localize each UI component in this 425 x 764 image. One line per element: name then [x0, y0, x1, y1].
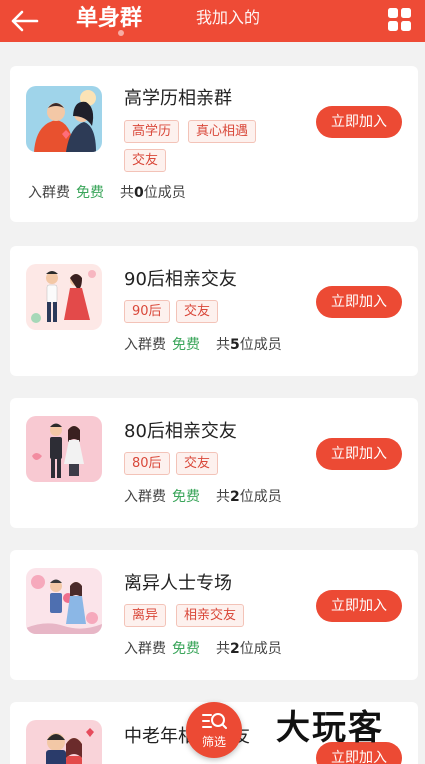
join-button[interactable]: 立即加入: [316, 106, 402, 138]
fee-value: 免费: [76, 185, 104, 201]
group-card[interactable]: 高学历相亲群 高学历 真心相遇 交友 入群费 免费 共0位成员 立即加入: [10, 66, 418, 222]
filter-button[interactable]: 筛选: [186, 702, 242, 758]
group-tag: 交友: [124, 149, 167, 172]
group-avatar: [26, 416, 102, 482]
count-suffix: 位成员: [239, 337, 282, 353]
group-info: 入群费 免费 共2位成员: [124, 487, 282, 507]
group-info: 入群费 免费 共2位成员: [124, 639, 282, 659]
count-prefix: 共: [216, 337, 230, 353]
count-prefix: 共: [216, 641, 230, 657]
group-tag: 相亲交友: [176, 604, 245, 627]
group-avatar: [26, 86, 102, 152]
fee-label: 入群费: [28, 185, 70, 201]
group-name: 90后相亲交友: [124, 269, 237, 290]
tab-joined[interactable]: 我加入的: [196, 4, 260, 32]
group-card[interactable]: 离异人士专场 离异 相亲交友 入群费 免费 共2位成员 立即加入: [10, 550, 418, 680]
group-card[interactable]: 90后相亲交友 90后 交友 入群费 免费 共5位成员 立即加入: [10, 246, 418, 376]
group-name: 80后相亲交友: [124, 421, 237, 442]
arrow-left-icon[interactable]: [8, 4, 42, 38]
fee-label: 入群费: [124, 489, 166, 505]
group-name: 离异人士专场: [124, 573, 232, 594]
join-button[interactable]: 立即加入: [316, 590, 402, 622]
page-title: 单身群: [76, 6, 143, 31]
join-button[interactable]: 立即加入: [316, 438, 402, 470]
group-info: 入群费 免费 共5位成员: [124, 335, 282, 355]
group-tag: 交友: [176, 452, 219, 475]
fee-value: 免费: [172, 489, 200, 505]
group-tag: 90后: [124, 300, 170, 323]
group-avatar: [26, 568, 102, 634]
filter-label: 筛选: [201, 735, 226, 749]
group-card[interactable]: 80后相亲交友 80后 交友 入群费 免费 共2位成员 立即加入: [10, 398, 418, 528]
member-count: 5: [230, 337, 240, 353]
fee-value: 免费: [172, 337, 200, 353]
join-button[interactable]: 立即加入: [316, 286, 402, 318]
group-tag: 交友: [176, 300, 219, 323]
member-count: 2: [230, 489, 240, 505]
member-count: 2: [230, 641, 240, 657]
decor-dot: [118, 30, 124, 36]
count-suffix: 位成员: [239, 641, 282, 657]
group-avatar: [26, 264, 102, 330]
count-suffix: 位成员: [239, 489, 282, 505]
group-tag: 真心相遇: [188, 120, 257, 143]
group-info: 入群费 免费 共0位成员: [28, 183, 186, 203]
group-name: 高学历相亲群: [124, 88, 232, 109]
grid-icon[interactable]: [386, 6, 414, 34]
count-prefix: 共: [216, 489, 230, 505]
fee-label: 入群费: [124, 337, 166, 353]
top-bar: 单身群 我加入的: [0, 0, 425, 42]
group-avatar: [26, 720, 102, 764]
filter-search-icon: [202, 713, 227, 729]
count-suffix: 位成员: [143, 185, 186, 201]
group-tag: 离异: [124, 604, 167, 627]
member-count: 0: [134, 185, 144, 201]
fee-label: 入群费: [124, 641, 166, 657]
watermark: 大玩客: [276, 708, 384, 748]
group-tag: 高学历: [124, 120, 180, 143]
group-tag: 80后: [124, 452, 170, 475]
count-prefix: 共: [120, 185, 134, 201]
fee-value: 免费: [172, 641, 200, 657]
